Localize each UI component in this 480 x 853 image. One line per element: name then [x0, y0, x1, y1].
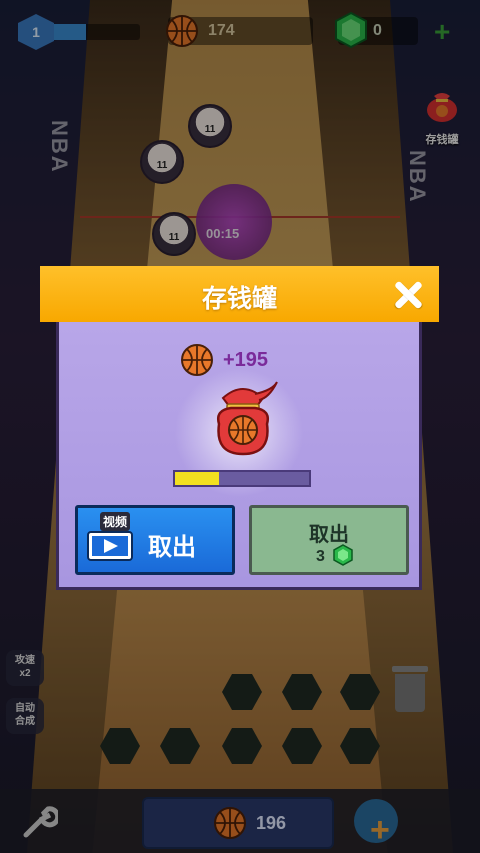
green-gem-icon [333, 544, 353, 566]
modal-title: 存钱罐 [201, 285, 277, 313]
close-icon[interactable] [391, 278, 425, 312]
gem-cost: 3 [316, 548, 325, 565]
money-bag-icon [217, 381, 278, 456]
piggy-bank-modal-body: +195 视频 取出 取出 3 [56, 322, 422, 590]
watch-video-withdraw-button[interactable]: 视频 取出 [75, 505, 235, 575]
piggy-bank-modal-header: 存钱罐 [40, 266, 439, 322]
gem-withdraw-button[interactable]: 取出 3 [249, 505, 409, 575]
video-tag: 视频 [100, 512, 131, 531]
video-button-label: 取出 [148, 534, 196, 561]
gem-button-label: 取出 [309, 524, 349, 546]
piggy-progress-fill [175, 472, 220, 485]
piggy-progress-bar [173, 470, 311, 487]
basketball-icon [181, 344, 213, 376]
